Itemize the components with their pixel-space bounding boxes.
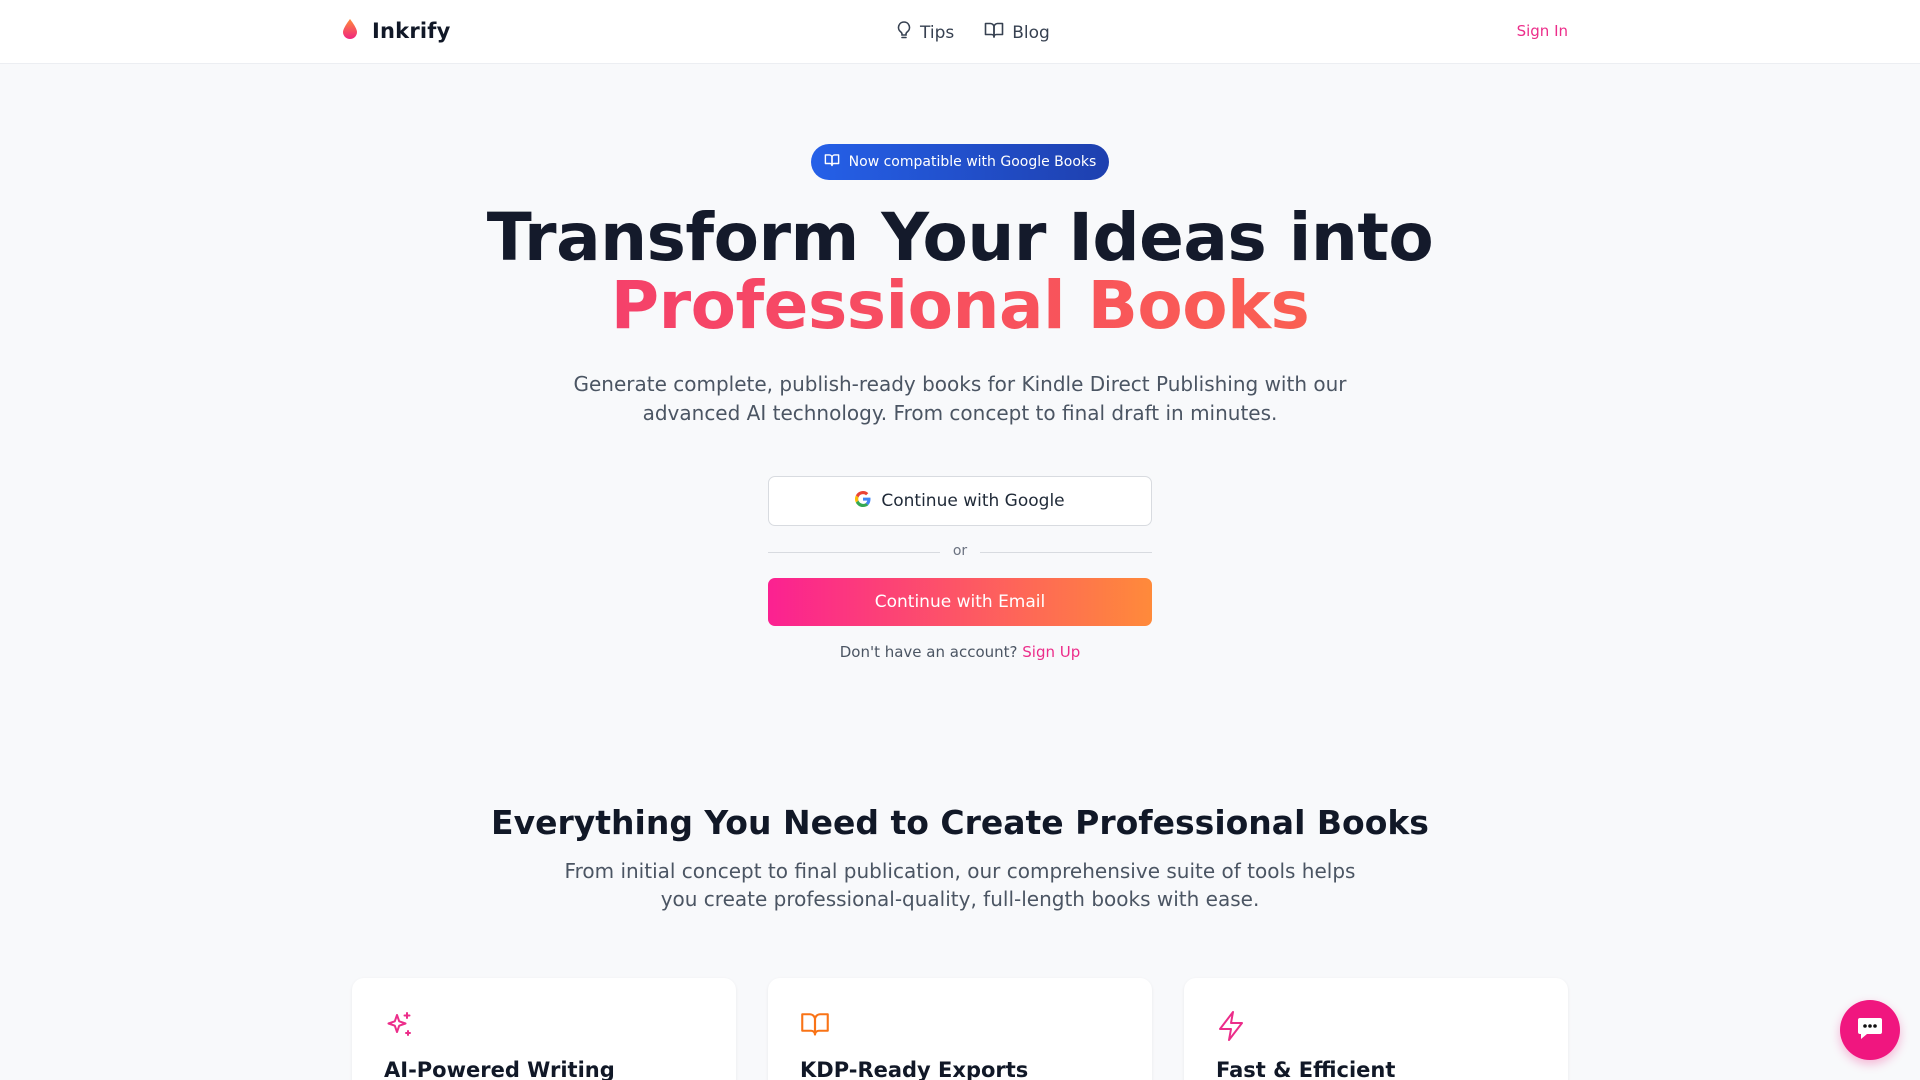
email-button-label: Continue with Email — [874, 592, 1046, 612]
ink-drop-icon — [342, 18, 358, 44]
brand-name: Inkrify — [372, 19, 451, 43]
nav-label-blog: Blog — [1012, 22, 1050, 43]
sign-up-link[interactable]: Sign Up — [1022, 643, 1080, 661]
continue-with-email-button[interactable]: Continue with Email — [768, 578, 1152, 626]
chat-bubble-icon — [1856, 1015, 1884, 1045]
badge-text: Now compatible with Google Books — [848, 154, 1097, 170]
signup-prompt-text: Don't have an account? — [839, 643, 1018, 661]
book-open-icon — [984, 21, 1004, 44]
features-subtitle: From initial concept to final publicatio… — [564, 859, 1356, 911]
compatibility-badge[interactable]: Now compatible with Google Books — [811, 144, 1109, 180]
feature-card-kdp-exports: KDP-Ready Exports — [768, 978, 1152, 1080]
book-open-icon — [824, 153, 840, 171]
feature-card-fast-efficient: Fast & Efficient — [1184, 978, 1568, 1080]
book-open-icon — [800, 1010, 830, 1042]
chat-launcher-button[interactable] — [1840, 1000, 1900, 1060]
or-divider-text: or — [940, 543, 980, 559]
lightning-icon — [1216, 1010, 1246, 1046]
top-navbar: Inkrify Tips Blog Sign In — [0, 0, 1920, 64]
continue-with-google-button[interactable]: Continue with Google — [768, 476, 1152, 526]
google-button-label: Continue with Google — [881, 491, 1065, 511]
brand-logo[interactable]: Inkrify — [342, 18, 451, 44]
feature-card-title: KDP-Ready Exports — [800, 1058, 1029, 1080]
hero-title: Transform Your Ideas into Professional B… — [0, 204, 1920, 340]
hero-title-line2: Professional Books — [0, 272, 1920, 340]
feature-card-ai-writing: AI-Powered Writing — [352, 978, 736, 1080]
feature-card-title: AI-Powered Writing — [384, 1058, 615, 1080]
hero-subtitle: Generate complete, publish-ready books f… — [573, 372, 1347, 425]
main-nav: Tips Blog — [896, 20, 1050, 45]
google-icon — [855, 490, 871, 512]
sign-in-link[interactable]: Sign In — [1517, 22, 1568, 40]
nav-item-tips[interactable]: Tips — [896, 20, 954, 45]
feature-card-title: Fast & Efficient — [1216, 1058, 1396, 1080]
hero-title-line1: Transform Your Ideas into — [486, 199, 1434, 276]
features-title: Everything You Need to Create Profession… — [491, 803, 1429, 842]
signup-prompt: Don't have an account? Sign Up — [0, 643, 1920, 661]
lightbulb-icon — [896, 20, 912, 45]
sparkles-icon — [384, 1010, 414, 1044]
nav-item-blog[interactable]: Blog — [984, 20, 1050, 45]
nav-label-tips: Tips — [920, 22, 955, 43]
